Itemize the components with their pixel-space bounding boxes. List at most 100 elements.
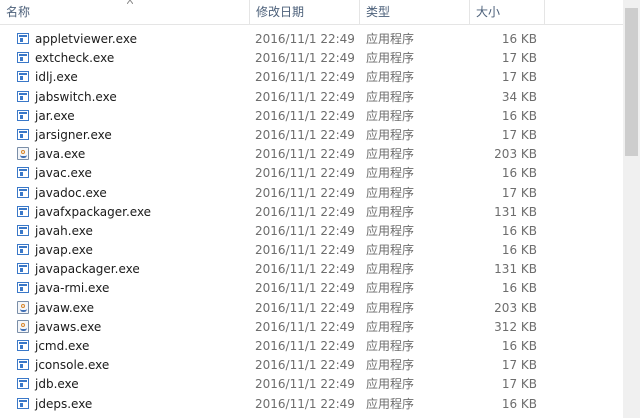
app-icon (17, 263, 31, 276)
file-type: 应用程序 (366, 32, 415, 46)
column-divider[interactable] (544, 0, 545, 24)
file-name: jdeps.exe (35, 396, 93, 411)
file-size: 131 KB (494, 262, 537, 277)
java-icon (17, 147, 31, 161)
file-size: 203 KB (494, 300, 537, 315)
column-header-date-label: 修改日期 (256, 5, 305, 19)
scrollbar-thumb[interactable] (625, 8, 638, 156)
file-row[interactable]: javapackager.exe 2016/11/1 22:49 应用程序 131 K… (0, 260, 623, 279)
file-modified-date: 2016/11/1 22:49 (255, 243, 355, 258)
file-row[interactable]: extcheck.exe 2016/11/1 22:49 应用程序 17 KB (0, 49, 623, 68)
file-type: 应用程序 (366, 262, 415, 277)
file-type: 应用程序 (366, 319, 415, 334)
app-icon (17, 244, 31, 257)
file-modified-date: 2016/11/1 22:49 (255, 147, 355, 162)
file-type: 应用程序 (366, 243, 415, 258)
file-row[interactable]: jarsigner.exe 2016/11/1 22:49 应用程序 17 KB (0, 126, 623, 145)
file-size: 17 KB (501, 70, 537, 85)
file-row[interactable]: javap.exe 2016/11/1 22:49 应用程序 16 KB (0, 241, 623, 260)
file-name: javafxpackager.exe (35, 204, 152, 219)
file-size: 17 KB (501, 51, 537, 66)
column-header-type[interactable]: 类型 (360, 0, 470, 24)
file-modified-date: 2016/11/1 22:49 (255, 185, 355, 200)
file-modified-date: 2016/11/1 22:49 (255, 281, 355, 296)
file-modified-date: 2016/11/1 22:49 (255, 166, 355, 181)
file-modified-date: 2016/11/1 22:49 (255, 108, 355, 123)
file-type: 应用程序 (366, 300, 415, 315)
file-row[interactable]: javac.exe 2016/11/1 22:49 应用程序 16 KB (0, 164, 623, 183)
file-row[interactable]: jconsole.exe 2016/11/1 22:49 应用程序 17 KB (0, 356, 623, 375)
file-modified-date: 2016/11/1 22:49 (255, 32, 355, 46)
file-modified-date: 2016/11/1 22:49 (255, 223, 355, 238)
app-icon (17, 224, 31, 238)
file-type: 应用程序 (366, 147, 415, 162)
column-header-date[interactable]: 修改日期 (250, 0, 360, 24)
file-row[interactable]: idlj.exe 2016/11/1 22:49 应用程序 17 KB (0, 68, 623, 87)
app-icon (17, 378, 31, 391)
file-name: javap.exe (35, 243, 93, 258)
file-modified-date: 2016/11/1 22:49 (255, 89, 355, 104)
file-name: javah.exe (35, 223, 93, 238)
file-row[interactable]: java.exe 2016/11/1 22:49 应用程序 203 KB (0, 145, 623, 164)
file-row[interactable]: appletviewer.exe 2016/11/1 22:49 应用程序 16 KB (0, 30, 623, 49)
app-icon (17, 205, 31, 219)
file-name: javaw.exe (35, 300, 94, 315)
file-row[interactable]: jar.exe 2016/11/1 22:49 应用程序 16 KB (0, 107, 623, 126)
file-name: javadoc.exe (35, 185, 107, 200)
file-row[interactable]: java-rmi.exe 2016/11/1 22:49 应用程序 16 KB (0, 279, 623, 298)
file-modified-date: 2016/11/1 22:49 (255, 396, 355, 411)
column-header-type-label: 类型 (366, 5, 391, 19)
file-type: 应用程序 (366, 51, 415, 66)
app-icon (17, 71, 31, 84)
column-header-name-label: 名称 (6, 5, 31, 19)
file-size: 16 KB (501, 281, 537, 296)
file-row[interactable]: javadoc.exe 2016/11/1 22:49 应用程序 17 KB (0, 184, 623, 203)
file-modified-date: 2016/11/1 22:49 (255, 339, 355, 353)
file-size: 17 KB (501, 377, 537, 392)
file-row[interactable]: javah.exe 2016/11/1 22:49 应用程序 16 KB (0, 222, 623, 241)
column-header-size[interactable]: 大小 (470, 0, 545, 24)
file-type: 应用程序 (366, 281, 415, 296)
file-modified-date: 2016/11/1 22:49 (255, 377, 355, 392)
file-name: jar.exe (35, 108, 75, 123)
file-row[interactable]: javaw.exe 2016/11/1 22:49 应用程序 203 KB (0, 299, 623, 318)
file-size: 16 KB (501, 243, 537, 258)
file-name: jcmd.exe (35, 339, 90, 353)
file-row[interactable]: jcmd.exe 2016/11/1 22:49 应用程序 16 KB (0, 337, 623, 356)
file-size: 17 KB (501, 127, 537, 142)
file-size: 16 KB (501, 339, 537, 353)
file-type: 应用程序 (366, 185, 415, 200)
file-row[interactable]: javaws.exe 2016/11/1 22:49 应用程序 312 KB (0, 318, 623, 337)
app-icon (17, 186, 31, 200)
file-type: 应用程序 (366, 166, 415, 181)
file-row[interactable]: javafxpackager.exe 2016/11/1 22:49 应用程序 131… (0, 203, 623, 222)
file-type: 应用程序 (366, 396, 415, 411)
file-modified-date: 2016/11/1 22:49 (255, 127, 355, 142)
file-size: 131 KB (494, 204, 537, 219)
file-size: 312 KB (494, 319, 537, 334)
app-icon (17, 109, 31, 123)
file-name: javapackager.exe (35, 262, 140, 277)
file-row[interactable]: jdeps.exe 2016/11/1 22:49 应用程序 16 KB (0, 395, 623, 414)
column-header-name[interactable]: 名称 (0, 0, 250, 24)
file-size: 34 KB (501, 89, 537, 104)
file-size: 17 KB (501, 358, 537, 373)
file-row[interactable]: jdb.exe 2016/11/1 22:49 应用程序 17 KB (0, 375, 623, 394)
file-list: appletviewer.exe 2016/11/1 22:49 应用程序 16 KB… (0, 30, 623, 414)
file-type: 应用程序 (366, 377, 415, 392)
file-modified-date: 2016/11/1 22:49 (255, 70, 355, 85)
column-header-size-label: 大小 (476, 5, 501, 19)
file-type: 应用程序 (366, 127, 415, 142)
file-type: 应用程序 (366, 108, 415, 123)
file-size: 17 KB (501, 185, 537, 200)
file-modified-date: 2016/11/1 22:49 (255, 262, 355, 277)
file-type: 应用程序 (366, 339, 415, 353)
file-modified-date: 2016/11/1 22:49 (255, 204, 355, 219)
file-size: 16 KB (501, 396, 537, 411)
file-type: 应用程序 (366, 89, 415, 104)
file-name: jarsigner.exe (35, 127, 112, 142)
file-row[interactable]: jabswitch.exe 2016/11/1 22:49 应用程序 34 KB (0, 88, 623, 107)
file-size: 16 KB (501, 223, 537, 238)
file-size: 16 KB (501, 32, 537, 46)
file-type: 应用程序 (366, 358, 415, 373)
